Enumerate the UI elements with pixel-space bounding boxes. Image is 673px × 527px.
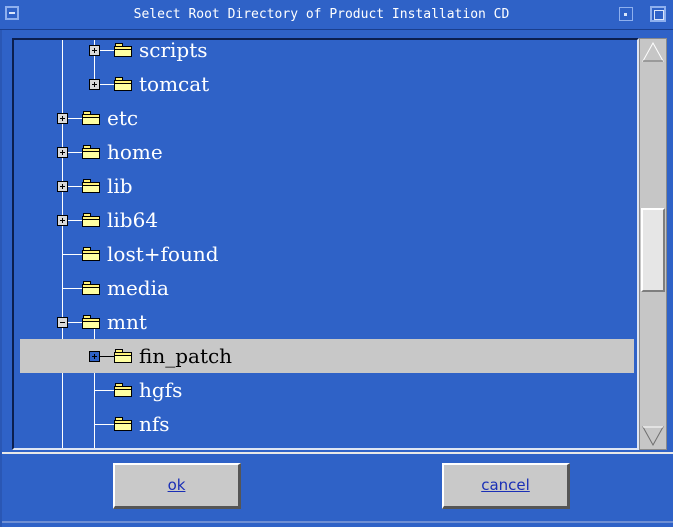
tree-item[interactable]: lost+found [14,237,637,271]
folder-icon [114,77,132,91]
tree-item-label: scripts [139,38,208,62]
tree-item-label: hgfs [139,378,183,402]
tree-item[interactable]: tomcat [14,67,637,101]
tree-item[interactable]: fin_patch [20,339,634,373]
window-title: Select Root Directory of Product Install… [133,7,510,22]
tree-item-label: lib [107,174,133,198]
expand-icon[interactable] [89,351,100,362]
expand-icon[interactable] [89,45,100,56]
collapse-icon[interactable] [57,317,68,328]
tree-connector [94,424,114,425]
folder-icon [82,179,100,193]
folder-icon [114,43,132,57]
directory-tree[interactable]: scripts tomcat etc home lib lib64 lost+found me… [14,40,637,448]
tree-item-label: nfs [139,412,170,436]
folder-icon [82,247,100,261]
expand-icon[interactable] [57,215,68,226]
tree-item[interactable]: nfs [14,407,637,441]
tree-connector [94,390,114,391]
expand-icon[interactable] [57,181,68,192]
tree-connector [62,288,82,289]
cancel-button[interactable]: cancel [442,463,570,509]
tree-item-label: fin_patch [139,344,233,368]
folder-icon [114,349,132,363]
expand-icon[interactable] [57,113,68,124]
tree-item-label: lost+found [107,242,219,266]
tree-item-label: tomcat [139,72,210,96]
tree-item[interactable]: home [14,135,637,169]
tree-item-label: home [107,140,163,164]
folder-icon [82,213,100,227]
tree-item[interactable]: etc [14,101,637,135]
tree-item[interactable]: media [14,271,637,305]
window-menu-icon[interactable] [5,6,19,20]
tree-item[interactable]: scripts [14,38,637,67]
tree-item-label: etc [107,106,139,130]
folder-icon [114,417,132,431]
tree-item-label: mnt [107,310,147,334]
expand-icon[interactable] [89,79,100,90]
tree-connector [62,254,82,255]
scroll-down-arrow-icon[interactable] [641,424,665,448]
expand-icon[interactable] [57,147,68,158]
ok-button[interactable]: ok [113,463,241,509]
folder-icon [114,383,132,397]
title-bar[interactable]: Select Root Directory of Product Install… [0,0,673,30]
ok-button-label: ok [167,476,186,494]
scroll-up-arrow-icon[interactable] [641,40,665,64]
cancel-button-label: cancel [481,476,530,494]
minimize-icon[interactable] [619,7,633,21]
folder-icon [82,111,100,125]
window-bottom-border [2,521,673,523]
separator [2,452,673,454]
folder-icon [82,145,100,159]
maximize-icon[interactable] [650,6,666,22]
directory-tree-panel[interactable]: scripts tomcat etc home lib lib64 lost+found me… [12,38,639,450]
tree-item[interactable]: hgfs [14,373,637,407]
scroll-thumb[interactable] [641,208,665,292]
folder-icon [82,281,100,295]
tree-item[interactable]: lib [14,169,637,203]
vertical-scrollbar[interactable] [639,38,667,450]
folder-icon [82,315,100,329]
tree-item[interactable]: mnt [14,305,637,339]
tree-item-label: lib64 [107,208,159,232]
tree-item-label: media [107,276,169,300]
tree-item[interactable]: lib64 [14,203,637,237]
